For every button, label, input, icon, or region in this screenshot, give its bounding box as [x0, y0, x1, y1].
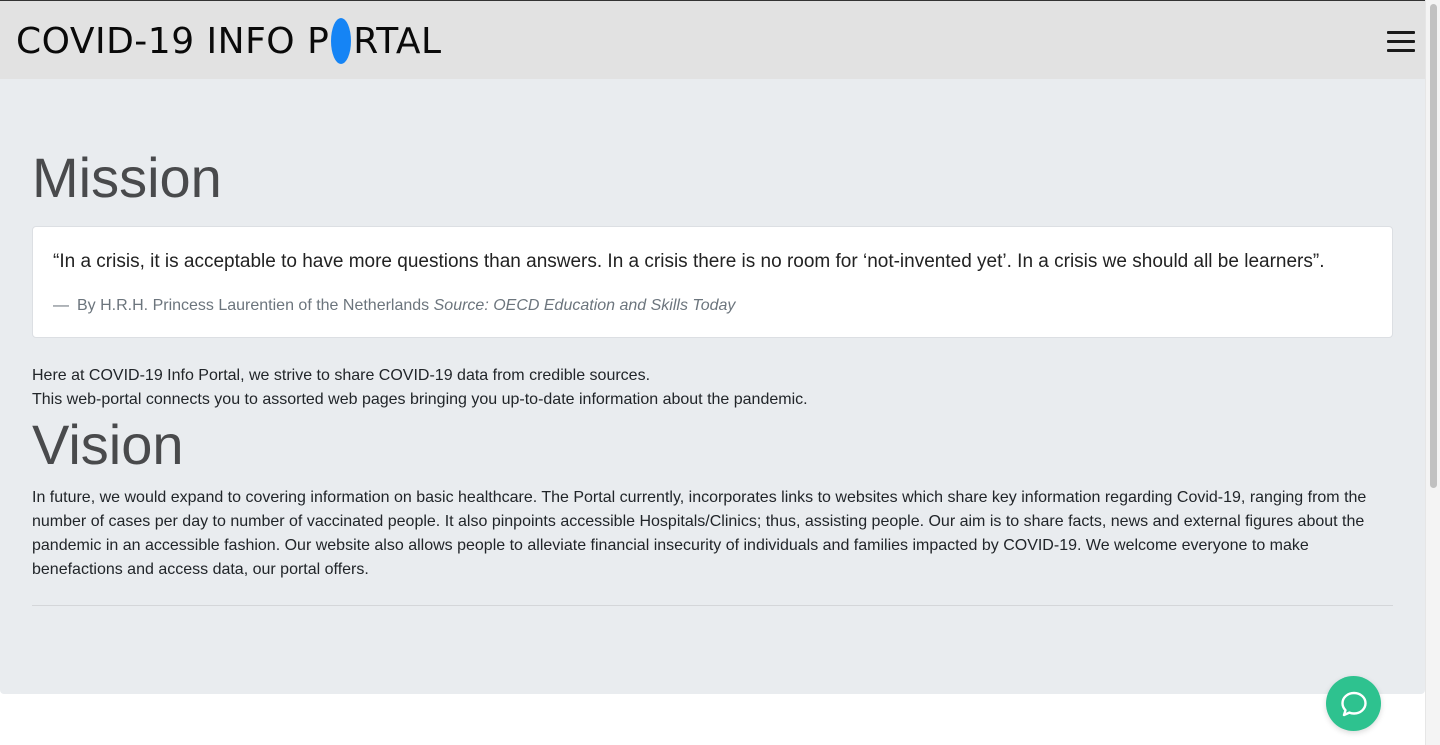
mission-line-1: Here at COVID-19 Info Portal, we strive …: [32, 367, 651, 384]
page-scrollbar[interactable]: [1425, 0, 1440, 745]
brand-text-end: RTAL: [353, 20, 442, 62]
mission-quote-card: “In a crisis, it is acceptable to have m…: [32, 226, 1393, 338]
brand-o-accent: [331, 18, 352, 64]
mission-line-2: This web-portal connects you to assorted…: [32, 391, 808, 408]
vision-text: In future, we would expand to covering i…: [32, 489, 1367, 578]
quote-source: Source: OECD Education and Skills Today: [433, 297, 736, 314]
quote-footer: — By H.R.H. Princess Laurentien of the Ne…: [53, 297, 735, 315]
mission-quote: “In a crisis, it is acceptable to have m…: [53, 251, 1325, 272]
chat-button[interactable]: [1326, 676, 1381, 731]
mission-heading: Mission: [32, 146, 222, 209]
brand-text-start: COVID-19 INFO P: [16, 20, 330, 62]
brand-logo[interactable]: COVID-19 INFO P RTAL: [16, 17, 442, 65]
page: COVID-19 INFO P RTAL Mission “In a crisis…: [0, 0, 1425, 745]
mission-text: Here at COVID-19 Info Portal, we strive …: [32, 364, 808, 412]
vision-heading: Vision: [32, 413, 184, 476]
scrollbar-thumb[interactable]: [1430, 4, 1437, 488]
quote-dash: —: [53, 297, 69, 314]
quote-attribution: By H.R.H. Princess Laurentien of the Net…: [77, 297, 430, 314]
chat-bubble-icon: [1340, 691, 1367, 716]
hamburger-icon[interactable]: [1387, 31, 1415, 55]
divider: [32, 605, 1393, 606]
navbar: COVID-19 INFO P RTAL: [0, 0, 1425, 79]
